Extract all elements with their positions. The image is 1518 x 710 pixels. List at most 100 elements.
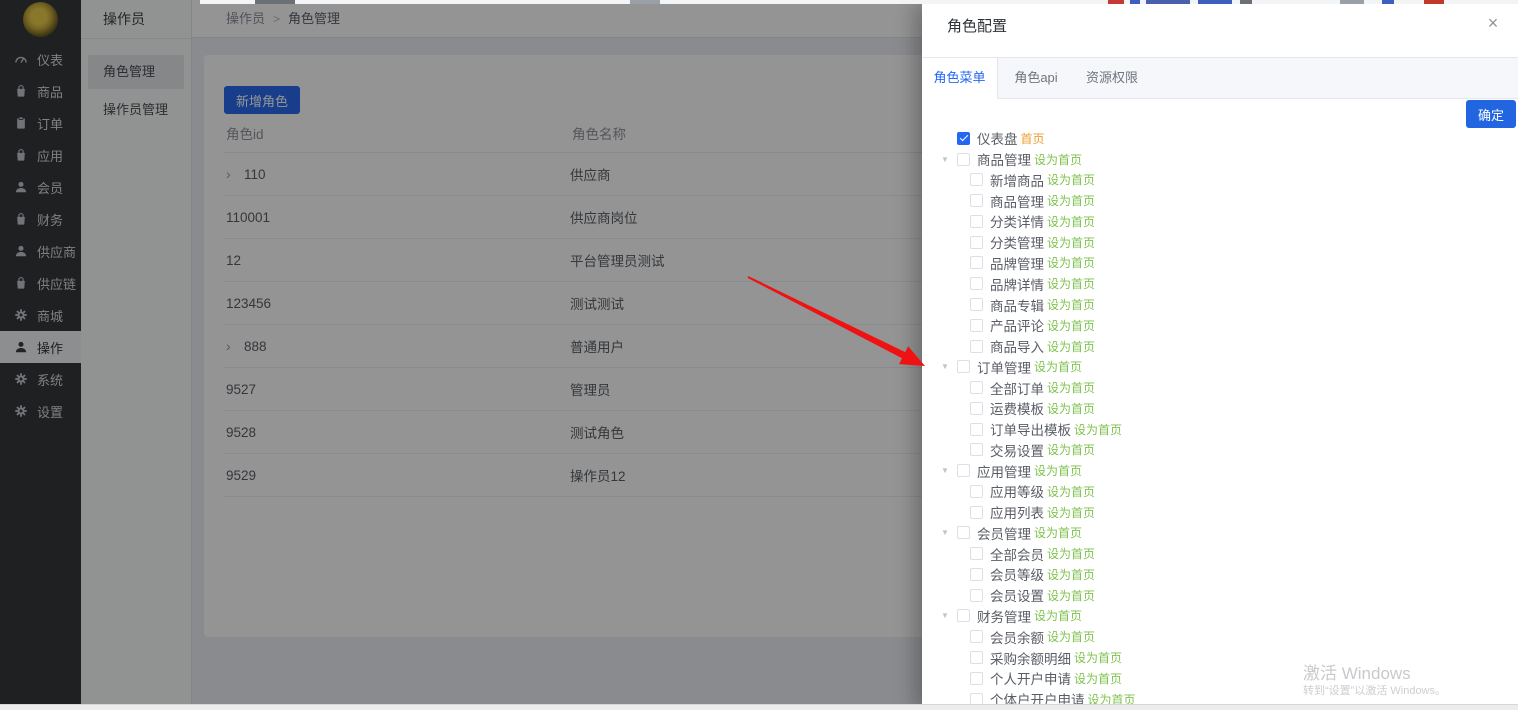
home-link[interactable]: 首页 xyxy=(1021,130,1045,147)
set-home-link[interactable]: 设为首页 xyxy=(1034,524,1082,541)
set-home-link[interactable]: 设为首页 xyxy=(1047,504,1095,521)
tree-row: 会员设置 设为首页 xyxy=(922,585,1518,606)
tree-row: 会员等级 设为首页 xyxy=(922,564,1518,585)
tree-checkbox[interactable] xyxy=(970,402,983,415)
tree-checkbox[interactable] xyxy=(970,630,983,643)
set-home-link[interactable]: 设为首页 xyxy=(1074,670,1122,687)
tree-checkbox[interactable] xyxy=(970,672,983,685)
set-home-link[interactable]: 设为首页 xyxy=(1047,483,1095,500)
tree-checkbox[interactable] xyxy=(970,236,983,249)
tree-row: ▼ 订单管理 设为首页 xyxy=(922,356,1518,377)
tree-checkbox[interactable] xyxy=(970,443,983,456)
set-home-link[interactable]: 设为首页 xyxy=(1047,441,1095,458)
set-home-link[interactable]: 设为首页 xyxy=(1047,379,1095,396)
tree-checkbox[interactable] xyxy=(970,381,983,394)
tree-row: 分类详情 设为首页 xyxy=(922,211,1518,232)
top-edge-fragment xyxy=(1340,0,1364,4)
tree-row: 采购余额明细 设为首页 xyxy=(922,647,1518,668)
tree-node-label: 个人开户申请 xyxy=(990,668,1071,688)
tree-checkbox[interactable] xyxy=(970,277,983,290)
tab-资源权限[interactable]: 资源权限 xyxy=(1074,58,1150,98)
set-home-link[interactable]: 设为首页 xyxy=(1047,275,1095,292)
tree-row: ▼ 应用管理 设为首页 xyxy=(922,460,1518,481)
tree-row: 订单导出模板 设为首页 xyxy=(922,419,1518,440)
tree-checkbox[interactable] xyxy=(957,132,970,145)
set-home-link[interactable]: 设为首页 xyxy=(1034,358,1082,375)
caret-down-icon[interactable]: ▼ xyxy=(941,362,957,371)
tree-node-label: 交易设置 xyxy=(990,440,1044,460)
tree-checkbox[interactable] xyxy=(970,547,983,560)
tree-row: 会员余额 设为首页 xyxy=(922,626,1518,647)
tree-checkbox[interactable] xyxy=(970,194,983,207)
set-home-link[interactable]: 设为首页 xyxy=(1047,400,1095,417)
top-edge-fragment xyxy=(1382,0,1394,4)
tree-checkbox[interactable] xyxy=(970,298,983,311)
set-home-link[interactable]: 设为首页 xyxy=(1047,317,1095,334)
set-home-link[interactable]: 设为首页 xyxy=(1034,151,1082,168)
set-home-link[interactable]: 设为首页 xyxy=(1047,545,1095,562)
tree-row: 品牌详情 设为首页 xyxy=(922,273,1518,294)
tree-checkbox[interactable] xyxy=(970,485,983,498)
confirm-button[interactable]: 确定 xyxy=(1466,100,1516,128)
tree-row: 品牌管理 设为首页 xyxy=(922,253,1518,274)
set-home-link[interactable]: 设为首页 xyxy=(1047,338,1095,355)
caret-down-icon[interactable]: ▼ xyxy=(941,155,957,164)
set-home-link[interactable]: 设为首页 xyxy=(1074,421,1122,438)
caret-down-icon[interactable]: ▼ xyxy=(941,611,957,620)
tree-node-label: 应用列表 xyxy=(990,502,1044,522)
tree-checkbox[interactable] xyxy=(970,589,983,602)
tree-checkbox[interactable] xyxy=(957,609,970,622)
tab-角色api[interactable]: 角色api xyxy=(998,58,1074,98)
tree-row: 产品评论 设为首页 xyxy=(922,315,1518,336)
top-edge-fragment xyxy=(1146,0,1190,4)
set-home-link[interactable]: 设为首页 xyxy=(1034,607,1082,624)
tree-node-label: 品牌管理 xyxy=(990,253,1044,273)
tree-checkbox[interactable] xyxy=(970,568,983,581)
set-home-link[interactable]: 设为首页 xyxy=(1047,254,1095,271)
tree-checkbox[interactable] xyxy=(970,423,983,436)
tree-checkbox[interactable] xyxy=(970,215,983,228)
top-edge-fragment xyxy=(255,0,295,4)
set-home-link[interactable]: 设为首页 xyxy=(1047,296,1095,313)
tree-checkbox[interactable] xyxy=(970,506,983,519)
tree-row: 应用等级 设为首页 xyxy=(922,481,1518,502)
tree-checkbox[interactable] xyxy=(970,256,983,269)
set-home-link[interactable]: 设为首页 xyxy=(1047,171,1095,188)
tree-checkbox[interactable] xyxy=(957,526,970,539)
tab-角色菜单[interactable]: 角色菜单 xyxy=(922,58,998,99)
tree-row: ▼ 商品管理 设为首页 xyxy=(922,149,1518,170)
tree-node-label: 会员设置 xyxy=(990,585,1044,605)
tree-node-label: 商品管理 xyxy=(990,191,1044,211)
set-home-link[interactable]: 设为首页 xyxy=(1047,587,1095,604)
tree-node-label: 分类管理 xyxy=(990,232,1044,252)
screen-bottom-edge xyxy=(0,704,1518,710)
set-home-link[interactable]: 设为首页 xyxy=(1047,234,1095,251)
tree-node-label: 运费模板 xyxy=(990,398,1044,418)
close-icon[interactable]: × xyxy=(1482,12,1504,34)
set-home-link[interactable]: 设为首页 xyxy=(1047,213,1095,230)
tree-row: 交易设置 设为首页 xyxy=(922,439,1518,460)
set-home-link[interactable]: 设为首页 xyxy=(1034,462,1082,479)
tree-checkbox[interactable] xyxy=(970,319,983,332)
app-window: 仪表 商品 订单 应用 会员 财务 供应商 供应链 商城 操作 系统 设置 操作… xyxy=(0,0,1518,710)
tree-node-label: 会员余额 xyxy=(990,627,1044,647)
set-home-link[interactable]: 设为首页 xyxy=(1074,649,1122,666)
tree-checkbox[interactable] xyxy=(970,173,983,186)
caret-down-icon[interactable]: ▼ xyxy=(941,528,957,537)
tree-checkbox[interactable] xyxy=(957,360,970,373)
tree-row: 商品管理 设为首页 xyxy=(922,190,1518,211)
tree-checkbox[interactable] xyxy=(957,153,970,166)
tree-node-label: 商品导入 xyxy=(990,336,1044,356)
tree-checkbox[interactable] xyxy=(970,340,983,353)
set-home-link[interactable]: 设为首页 xyxy=(1047,566,1095,583)
tree-node-label: 新增商品 xyxy=(990,170,1044,190)
set-home-link[interactable]: 设为首页 xyxy=(1047,628,1095,645)
caret-down-icon[interactable]: ▼ xyxy=(941,466,957,475)
tree-checkbox[interactable] xyxy=(957,464,970,477)
tree-node-label: 采购余额明细 xyxy=(990,648,1071,668)
set-home-link[interactable]: 设为首页 xyxy=(1047,192,1095,209)
tree-node-label: 全部会员 xyxy=(990,544,1044,564)
tree-node-label: 应用管理 xyxy=(977,461,1031,481)
tree-checkbox[interactable] xyxy=(970,651,983,664)
tree-row: ▼ 财务管理 设为首页 xyxy=(922,606,1518,627)
